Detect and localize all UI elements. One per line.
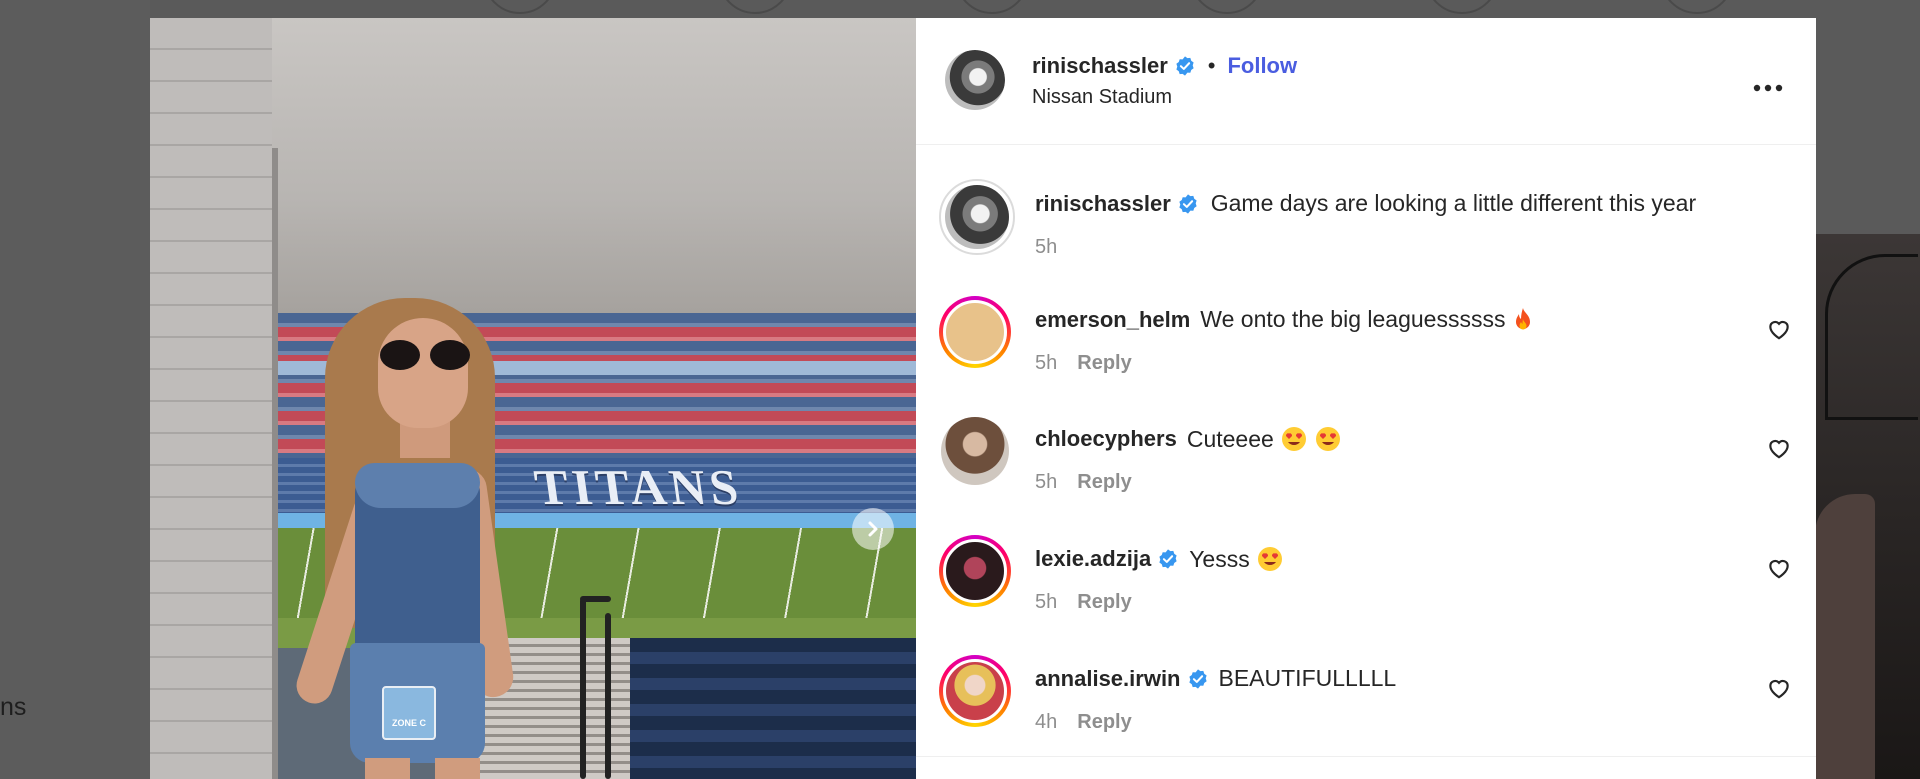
railing	[605, 613, 611, 779]
comment-text: Cuteeee	[1186, 425, 1274, 452]
comment-timestamp[interactable]: 5h	[1035, 471, 1057, 494]
author-avatar[interactable]	[945, 50, 1005, 110]
post-details-panel: rinischassler • Follow Nissan Stadium ri…	[916, 18, 1816, 779]
story-circle	[1425, 0, 1499, 14]
sunglasses	[380, 340, 474, 372]
person-leg	[365, 758, 410, 779]
comment-meta: 5h Reply	[1035, 352, 1132, 375]
caption-text: Game days are looking a little different…	[1210, 190, 1697, 216]
backdrop-next-post-photo	[1815, 234, 1920, 779]
heart-eyes-emoji-icon	[1281, 427, 1306, 451]
reply-button[interactable]: Reply	[1077, 471, 1131, 494]
story-circle	[1660, 0, 1734, 14]
person-face	[378, 318, 468, 428]
comment-item: emerson_helm We onto the big leaguesssss…	[916, 296, 1816, 406]
separator-dot: •	[1207, 53, 1216, 78]
badge-text: ZONE C	[391, 718, 426, 728]
comment-text: BEAUTIFULLLLL	[1218, 665, 1397, 691]
railing	[580, 598, 586, 779]
comment-timestamp[interactable]: 5h	[1035, 352, 1057, 375]
heart-eyes-emoji-icon	[1315, 427, 1340, 451]
follow-button[interactable]: Follow	[1227, 53, 1297, 79]
more-icon	[1753, 84, 1783, 92]
railing-top	[580, 596, 611, 602]
comments-divider	[916, 756, 1816, 757]
verified-badge-icon	[1176, 56, 1194, 76]
heart-icon[interactable]	[1766, 675, 1792, 701]
verified-badge-icon	[1159, 549, 1177, 569]
comment-username[interactable]: lexie.adzija	[1035, 546, 1151, 572]
near-seats	[630, 638, 916, 779]
post-location[interactable]: Nissan Stadium	[1032, 86, 1172, 109]
backdrop-partial-text: ns	[0, 693, 27, 721]
stadium-seat-lettering: TITANS	[531, 459, 746, 515]
commenter-avatar[interactable]	[939, 296, 1011, 368]
comment-meta: 4h Reply	[1035, 711, 1132, 734]
reply-button[interactable]: Reply	[1077, 711, 1131, 734]
caption-author-avatar[interactable]	[939, 179, 1015, 255]
comment-timestamp[interactable]: 4h	[1035, 711, 1057, 734]
wall-edge	[272, 148, 278, 779]
comment-timestamp[interactable]: 5h	[1035, 591, 1057, 614]
author-line: rinischassler • Follow	[1032, 51, 1297, 81]
story-circle	[1190, 0, 1264, 14]
heart-eyes-emoji-icon	[1257, 547, 1282, 571]
comment-username[interactable]: emerson_helm	[1035, 307, 1190, 333]
denim-top-trim	[355, 463, 480, 508]
next-image-button[interactable]	[852, 508, 894, 550]
reply-button[interactable]: Reply	[1077, 591, 1131, 614]
comment-text: We onto the big leaguessssss	[1200, 306, 1506, 332]
comment-line: emerson_helm We onto the big leaguesssss…	[1035, 306, 1535, 333]
more-options-button[interactable]	[1746, 73, 1790, 103]
comment-text: Yesss	[1189, 545, 1250, 572]
commenter-avatar[interactable]	[939, 655, 1011, 727]
heart-icon[interactable]	[1766, 435, 1792, 461]
comment-item: lexie.adzija Yesss 5h Reply	[916, 535, 1816, 645]
comment-item: chloecyphers Cuteeee 5h Reply	[916, 415, 1816, 525]
heart-icon[interactable]	[1766, 316, 1792, 342]
fire-emoji-icon	[1516, 307, 1531, 329]
event-badge: ZONE C	[382, 686, 436, 740]
comment-line: annalise.irwin BEAUTIFULLLLL	[1035, 665, 1396, 692]
post-header: rinischassler • Follow Nissan Stadium	[916, 18, 1816, 145]
backdrop-story-circles	[0, 0, 1920, 14]
comment-username[interactable]: annalise.irwin	[1035, 666, 1181, 692]
backdrop-left	[0, 0, 150, 779]
comment-item: annalise.irwin BEAUTIFULLLLL 4h Reply	[916, 655, 1816, 765]
story-circle	[483, 0, 557, 14]
author-username[interactable]: rinischassler	[1032, 53, 1168, 79]
comment-line: chloecyphers Cuteeee	[1035, 425, 1342, 453]
photo-figure	[1815, 494, 1875, 779]
caption-username[interactable]: rinischassler	[1035, 191, 1171, 217]
comment-meta: 5h Reply	[1035, 591, 1132, 614]
reply-button[interactable]: Reply	[1077, 352, 1131, 375]
chevron-right-icon	[868, 521, 878, 537]
photo-arch	[1825, 254, 1918, 420]
commenter-avatar[interactable]	[939, 535, 1011, 607]
verified-badge-icon	[1188, 668, 1207, 689]
concrete-wall	[150, 18, 272, 779]
person-leg	[435, 758, 480, 779]
comment-username[interactable]: chloecyphers	[1035, 426, 1177, 452]
caption: rinischassler Game days are looking a li…	[1035, 190, 1696, 217]
caption-timestamp[interactable]: 5h	[1035, 236, 1057, 259]
heart-icon[interactable]	[1766, 555, 1792, 581]
comment-meta: 5h Reply	[1035, 471, 1132, 494]
post-image[interactable]: TITANS ZONE C	[150, 18, 916, 779]
commenter-avatar[interactable]	[939, 415, 1011, 487]
verified-badge-icon	[1179, 193, 1197, 214]
story-circle	[955, 0, 1029, 14]
story-circle	[718, 0, 792, 14]
comment-line: lexie.adzija Yesss	[1035, 545, 1284, 573]
